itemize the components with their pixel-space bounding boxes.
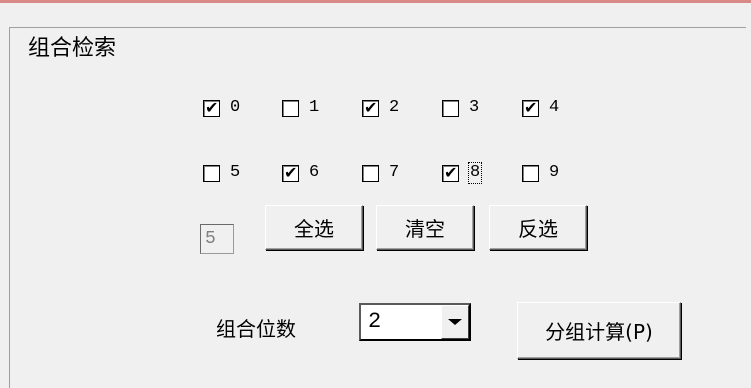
digit-label: 2 [389, 98, 400, 117]
digit-label: 0 [230, 98, 241, 117]
digit-checkbox-8[interactable]: ✔ 8 [442, 160, 483, 186]
select-all-button[interactable]: 全选 [265, 205, 363, 250]
digit-label: 1 [309, 98, 320, 117]
digit-checkbox-6[interactable]: ✔ 6 [282, 160, 319, 186]
selected-count-field: 5 [200, 224, 234, 254]
checkbox-box[interactable]: ✔ [203, 97, 220, 117]
window-top-border [0, 0, 751, 3]
checkbox-box[interactable] [442, 99, 459, 117]
group-calculate-button[interactable]: 分组计算(P) [517, 302, 681, 359]
groupbox-title: 组合检索 [26, 36, 120, 62]
digit-checkbox-3[interactable]: 3 [442, 95, 479, 121]
digit-checkbox-4[interactable]: ✔ 4 [522, 95, 559, 121]
digit-label: 6 [309, 163, 320, 182]
invert-selection-button[interactable]: 反选 [489, 205, 587, 250]
digit-checkbox-1[interactable]: 1 [282, 95, 319, 121]
digit-checkbox-2[interactable]: ✔ 2 [362, 95, 399, 121]
checkbox-box[interactable] [362, 164, 379, 182]
checkbox-box[interactable] [522, 164, 539, 182]
digit-checkbox-7[interactable]: 7 [362, 160, 399, 186]
chevron-down-icon [448, 319, 462, 325]
digit-checkbox-9[interactable]: 9 [522, 160, 559, 186]
checkbox-box[interactable]: ✔ [282, 162, 299, 182]
checkmark-icon: ✔ [444, 162, 458, 182]
digit-label: 3 [469, 98, 480, 117]
digit-label: 9 [549, 163, 560, 182]
digit-checkbox-0[interactable]: ✔ 0 [203, 95, 240, 121]
combination-digits-select[interactable]: 2 [359, 303, 471, 341]
digit-checkbox-5[interactable]: 5 [203, 160, 240, 186]
digit-label: 4 [549, 98, 560, 117]
combo-value: 2 [368, 309, 382, 334]
checkbox-box[interactable]: ✔ [522, 97, 539, 117]
digit-label: 7 [389, 163, 400, 182]
combination-digits-label: 组合位数 [216, 317, 296, 341]
checkmark-icon: ✔ [364, 97, 378, 117]
clear-button[interactable]: 清空 [376, 205, 474, 250]
checkbox-box[interactable] [282, 99, 299, 117]
checkbox-box[interactable]: ✔ [362, 97, 379, 117]
checkbox-box[interactable] [203, 164, 220, 182]
digit-label: 5 [230, 163, 241, 182]
checkmark-icon: ✔ [524, 97, 538, 117]
checkbox-box[interactable]: ✔ [442, 162, 459, 182]
checkmark-icon: ✔ [205, 97, 219, 117]
dropdown-button[interactable] [441, 305, 469, 339]
checkmark-icon: ✔ [284, 162, 298, 182]
digit-label-focused: 8 [467, 162, 483, 184]
